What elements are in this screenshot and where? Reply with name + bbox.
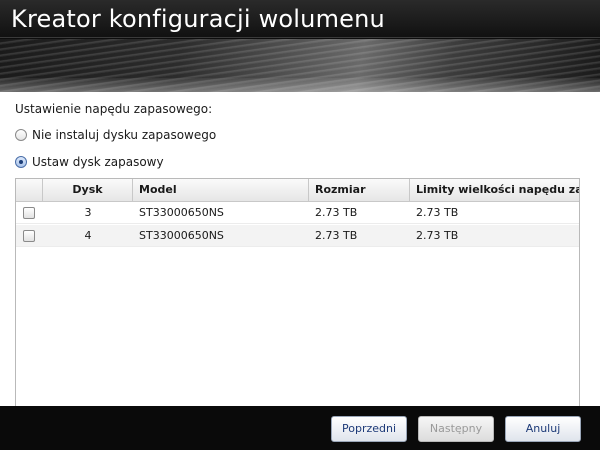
disk-cell: 3: [84, 206, 92, 219]
no-spare-radio[interactable]: [15, 129, 27, 141]
disk-cell: 4: [84, 229, 92, 242]
column-header-select[interactable]: [16, 179, 43, 201]
size-cell: 2.73 TB: [315, 206, 358, 219]
column-header-model[interactable]: Model: [133, 179, 309, 201]
table-header: Dysk Model Rozmiar Limity wielkości napę…: [16, 179, 579, 202]
previous-button[interactable]: Poprzedni: [331, 416, 407, 442]
column-header-disk[interactable]: Dysk: [43, 179, 133, 201]
title-bar: Kreator konfiguracji wolumenu: [0, 0, 600, 38]
table-row[interactable]: 3 ST33000650NS 2.73 TB 2.73 TB: [16, 202, 579, 224]
column-header-size[interactable]: Rozmiar: [309, 179, 410, 201]
limit-cell: 2.73 TB: [416, 206, 459, 219]
model-cell: ST33000650NS: [139, 206, 224, 219]
set-spare-label: Ustaw dysk zapasowy: [32, 155, 164, 169]
window-title: Kreator konfiguracji wolumenu: [11, 5, 385, 33]
table-row[interactable]: 4 ST33000650NS 2.73 TB 2.73 TB: [16, 225, 579, 247]
option-set-spare[interactable]: Ustaw dysk zapasowy: [15, 154, 164, 170]
option-no-spare[interactable]: Nie instaluj dysku zapasowego: [15, 127, 216, 143]
size-cell: 2.73 TB: [315, 229, 358, 242]
row-checkbox[interactable]: [23, 207, 35, 219]
row-checkbox[interactable]: [23, 230, 35, 242]
spare-drive-section-label: Ustawienie napędu zapasowego:: [15, 102, 213, 116]
set-spare-radio[interactable]: [15, 156, 27, 168]
next-button[interactable]: Następny: [418, 416, 494, 442]
wizard-footer: Poprzedni Następny Anuluj: [0, 406, 600, 450]
column-header-spare-limit[interactable]: Limity wielkości napędu zapasowego: [410, 179, 579, 201]
wizard-header: Kreator konfiguracji wolumenu: [0, 0, 600, 92]
limit-cell: 2.73 TB: [416, 229, 459, 242]
wizard-content: Ustawienie napędu zapasowego: Nie instal…: [0, 92, 600, 450]
model-cell: ST33000650NS: [139, 229, 224, 242]
cancel-button[interactable]: Anuluj: [505, 416, 581, 442]
header-banner: [0, 39, 600, 92]
no-spare-label: Nie instaluj dysku zapasowego: [32, 128, 217, 142]
